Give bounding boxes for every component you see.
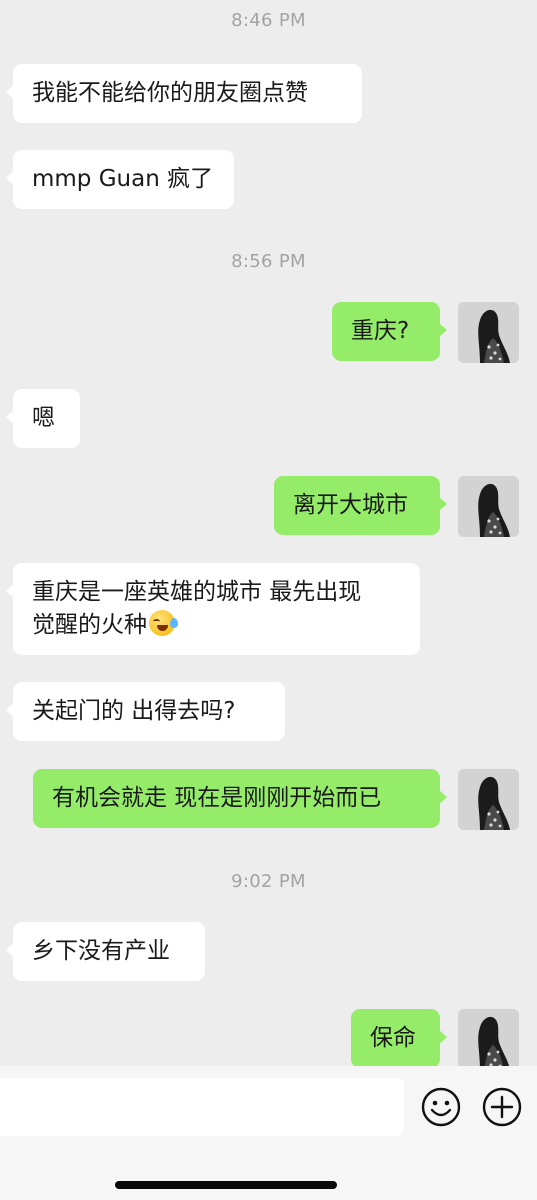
- laughing-crying-emoji-icon: [149, 610, 178, 636]
- smiley-face-icon: [421, 1087, 461, 1127]
- avatar[interactable]: [458, 476, 519, 537]
- chat-history[interactable]: 8:46 PM 我能不能给你的朋友圈点赞 mmp Guan 疯了 8:56 PM…: [0, 0, 537, 1066]
- emoji-button[interactable]: [421, 1087, 461, 1127]
- user-avatar-photo-icon: [458, 476, 519, 537]
- avatar[interactable]: [458, 302, 519, 363]
- message-text: 保命: [370, 1025, 416, 1051]
- message-text: 嗯: [32, 405, 55, 431]
- incoming-message-bubble[interactable]: 关起门的 出得去吗?: [6, 682, 285, 741]
- plus-circle-icon: [482, 1087, 522, 1127]
- outgoing-message-bubble[interactable]: 有机会就走 现在是刚刚开始而已: [33, 769, 447, 828]
- timestamp: 9:02 PM: [231, 871, 306, 892]
- outgoing-message-bubble[interactable]: 离开大城市: [274, 476, 447, 535]
- incoming-message-bubble[interactable]: 重庆是一座英雄的城市 最先出现 觉醒的火种: [6, 563, 420, 655]
- message-input[interactable]: [0, 1078, 404, 1136]
- timestamp: 8:56 PM: [231, 251, 306, 272]
- message-text: 我能不能给你的朋友圈点赞: [32, 80, 308, 106]
- message-text: 离开大城市: [293, 492, 408, 518]
- outgoing-message-bubble[interactable]: 保命: [351, 1009, 447, 1066]
- incoming-message-bubble[interactable]: 嗯: [6, 389, 80, 448]
- timestamp: 8:46 PM: [231, 10, 306, 31]
- avatar[interactable]: [458, 1009, 519, 1066]
- avatar[interactable]: [458, 769, 519, 830]
- message-text: 重庆?: [351, 318, 410, 344]
- user-avatar-photo-icon: [458, 1009, 519, 1066]
- message-text-line: 重庆是一座英雄的城市 最先出现: [32, 579, 362, 605]
- message-text: 有机会就走 现在是刚刚开始而已: [52, 785, 382, 811]
- message-text: 乡下没有产业: [32, 938, 170, 964]
- incoming-message-bubble[interactable]: 乡下没有产业: [6, 922, 205, 981]
- message-text-line: 觉醒的火种: [32, 609, 401, 642]
- incoming-message-bubble[interactable]: mmp Guan 疯了: [6, 150, 234, 209]
- home-indicator[interactable]: [115, 1181, 337, 1189]
- more-options-button[interactable]: [482, 1087, 522, 1127]
- message-text: mmp Guan 疯了: [32, 166, 214, 192]
- outgoing-message-bubble[interactable]: 重庆?: [332, 302, 447, 361]
- user-avatar-photo-icon: [458, 302, 519, 363]
- message-composer: [0, 1066, 537, 1200]
- message-text: 关起门的 出得去吗?: [32, 698, 236, 724]
- message-text: 觉醒的火种: [32, 612, 147, 638]
- user-avatar-photo-icon: [458, 769, 519, 830]
- incoming-message-bubble[interactable]: 我能不能给你的朋友圈点赞: [6, 64, 362, 123]
